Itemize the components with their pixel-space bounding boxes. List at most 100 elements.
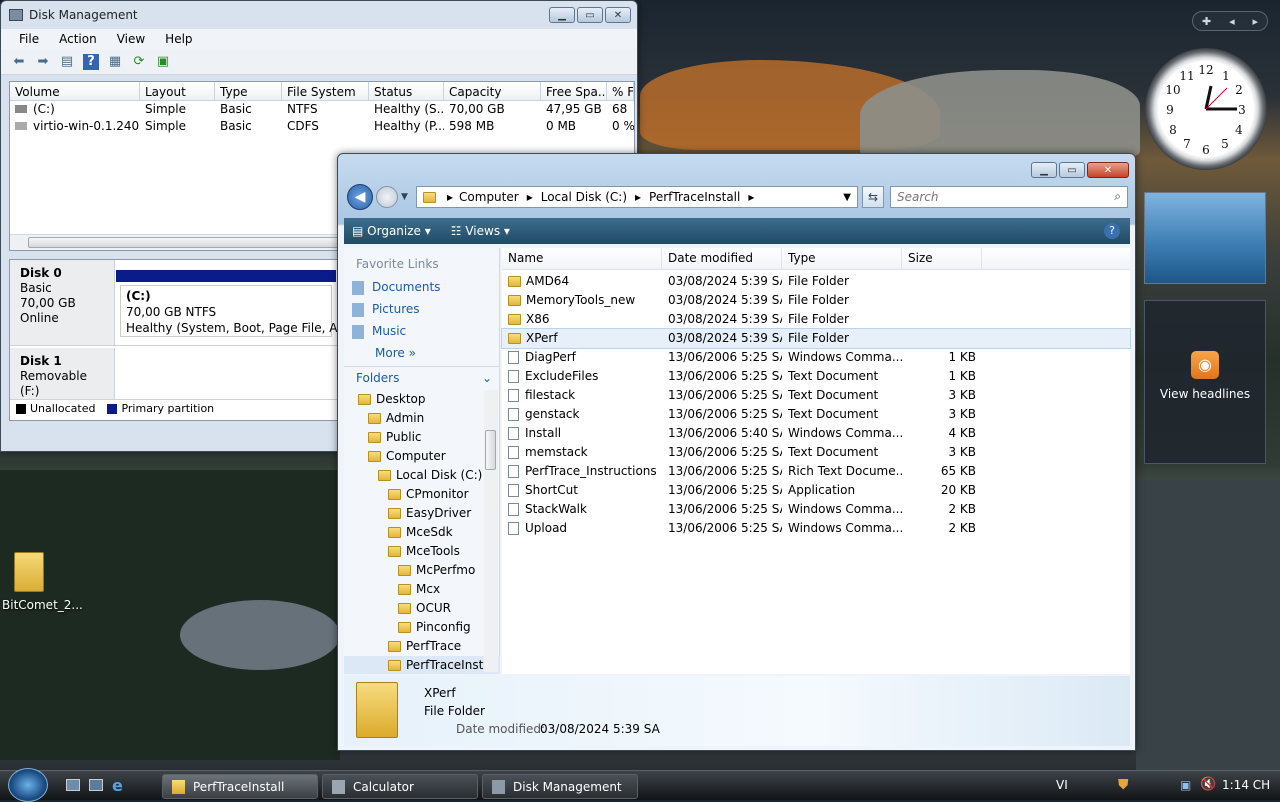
file-row[interactable]: X86 03/08/2024 5:39 SA File Folder (502, 310, 1130, 329)
tree-item[interactable]: OCUR (344, 599, 500, 618)
col-size[interactable]: Size (902, 248, 982, 270)
add-gadget-icon[interactable]: ✚ (1202, 15, 1211, 28)
close-button[interactable]: ✕ (605, 7, 631, 23)
col-filesystem[interactable]: File System (282, 82, 369, 100)
volume-row[interactable]: virtio-win-0.1.240 ... Simple Basic CDFS… (10, 118, 634, 135)
prev-icon[interactable]: ◂ (1229, 15, 1235, 28)
breadcrumb-computer[interactable]: Computer (459, 190, 519, 204)
tree-scroll-thumb[interactable] (485, 430, 496, 470)
help-icon[interactable]: ? (83, 53, 99, 70)
file-row[interactable]: MemoryTools_new 03/08/2024 5:39 SA File Fo… (502, 291, 1130, 310)
folders-header[interactable]: Folders ⌄ (344, 366, 500, 388)
fav-pictures[interactable]: Pictures (352, 302, 420, 317)
properties-icon[interactable]: ▤ (59, 54, 75, 70)
col-capacity[interactable]: Capacity (444, 82, 541, 100)
back-icon[interactable]: ⬅ (11, 54, 27, 70)
file-row[interactable]: memstack 13/06/2006 5:25 SA Text Document 3… (502, 443, 1130, 462)
forward-icon[interactable]: ➡ (35, 54, 51, 70)
tree-item[interactable]: MceSdk (344, 523, 500, 542)
file-row[interactable]: StackWalk 13/06/2006 5:25 SA Windows Comma… (502, 500, 1130, 519)
taskbar-perftraceinstall[interactable]: PerfTraceInstall (162, 774, 318, 799)
security-shield-icon[interactable]: ⛊ (1118, 777, 1129, 793)
col-layout[interactable]: Layout (140, 82, 215, 100)
tree-item[interactable]: Pinconfig (344, 618, 500, 637)
menu-view[interactable]: View (107, 32, 155, 46)
clock[interactable]: 1:14 CH (1222, 778, 1270, 792)
menu-help[interactable]: Help (155, 32, 202, 46)
col-status[interactable]: Status (369, 82, 444, 100)
refresh-icon[interactable]: ⟳ (131, 54, 147, 70)
slideshow-gadget[interactable] (1144, 192, 1266, 284)
file-row[interactable]: PerfTrace_Instructions 13/06/2006 5:25 SA… (502, 462, 1130, 481)
internet-explorer-icon[interactable]: e (112, 776, 123, 795)
col-name[interactable]: Name (502, 248, 662, 270)
tree-item[interactable]: CPmonitor (344, 485, 500, 504)
col-volume[interactable]: Volume (10, 82, 140, 100)
tree-item[interactable]: MceTools (344, 542, 500, 561)
tree-item[interactable]: McPerfmo (344, 561, 500, 580)
rescan-icon[interactable]: ▣ (155, 54, 171, 70)
more-link[interactable]: More » (375, 346, 416, 360)
help-icon[interactable]: ? (1104, 223, 1120, 239)
close-button[interactable]: ✕ (1087, 162, 1129, 178)
minimize-button[interactable]: ▁ (549, 7, 575, 23)
col-free-space[interactable]: Free Spa... (541, 82, 607, 100)
col-percent-free[interactable]: % F (607, 82, 634, 100)
address-dropdown-icon[interactable]: ▼ (843, 192, 851, 203)
file-row[interactable]: Install 13/06/2006 5:40 SA Windows Comma..… (502, 424, 1130, 443)
view-headlines-label[interactable]: View headlines (1145, 387, 1265, 401)
taskbar-calculator[interactable]: Calculator (322, 774, 478, 799)
next-icon[interactable]: ▸ (1253, 15, 1259, 28)
breadcrumb-local-disk[interactable]: Local Disk (C:) (541, 190, 627, 204)
list-icon[interactable]: ▦ (107, 54, 123, 70)
file-row[interactable]: genstack 13/06/2006 5:25 SA Text Document 3… (502, 405, 1130, 424)
tree-item[interactable]: EasyDriver (344, 504, 500, 523)
refresh-button[interactable]: ⇆ (862, 186, 884, 208)
tree-item[interactable]: PerfTrace (344, 637, 500, 656)
tree-item[interactable]: Desktop (344, 390, 500, 409)
col-type[interactable]: Type (782, 248, 902, 270)
organize-button[interactable]: ▤ Organize ▾ (352, 224, 431, 238)
recent-pages-button[interactable]: ▼ (401, 192, 408, 202)
tree-scrollbar[interactable] (484, 390, 498, 672)
search-input[interactable]: Search ⌕ (890, 186, 1128, 208)
address-bar[interactable]: ▸ Computer ▸ Local Disk (C:) ▸ PerfTrace… (416, 186, 858, 208)
network-icon[interactable]: ▣ (1180, 778, 1191, 792)
file-row[interactable]: ShortCut 13/06/2006 5:25 SA Application 20 … (502, 481, 1130, 500)
dm-titlebar[interactable]: Disk Management (1, 1, 637, 29)
menu-action[interactable]: Action (49, 32, 107, 46)
file-row[interactable]: XPerf 03/08/2024 5:39 SA File Folder (501, 328, 1131, 349)
tree-item[interactable]: Computer (344, 447, 500, 466)
breadcrumb-perftraceinstall[interactable]: PerfTraceInstall (649, 190, 740, 204)
minimize-button[interactable]: ▁ (1031, 162, 1057, 178)
menu-file[interactable]: File (9, 32, 49, 46)
tree-item[interactable]: Local Disk (C:) (344, 466, 500, 485)
forward-button[interactable] (376, 186, 398, 208)
volume-muted-icon[interactable]: 🔇 (1200, 777, 1216, 792)
fav-documents[interactable]: Documents (352, 280, 440, 295)
show-desktop-icon[interactable] (66, 779, 80, 791)
feed-gadget[interactable]: ◉ View headlines (1144, 300, 1266, 464)
fav-music[interactable]: Music (352, 324, 406, 339)
volume-row[interactable]: (C:) Simple Basic NTFS Healthy (S... 70,… (10, 101, 634, 118)
clock-gadget[interactable]: 12 3 6 9 12 45 7 8 10 11 (1145, 48, 1267, 170)
tree-item[interactable]: PerfTraceInst (344, 656, 500, 674)
taskbar-disk-management[interactable]: Disk Management (482, 774, 638, 799)
switch-windows-icon[interactable] (89, 779, 103, 791)
file-row[interactable]: ExcludeFiles 13/06/2006 5:25 SA Text Docum… (502, 367, 1130, 386)
maximize-button[interactable]: ▭ (1059, 162, 1085, 178)
tree-item[interactable]: Mcx (344, 580, 500, 599)
views-button[interactable]: ☷ Views ▾ (451, 224, 510, 238)
maximize-button[interactable]: ▭ (577, 7, 603, 23)
tree-item[interactable]: Admin (344, 409, 500, 428)
file-row[interactable]: DiagPerf 13/06/2006 5:25 SA Windows Comma.… (502, 348, 1130, 367)
file-row[interactable]: AMD64 03/08/2024 5:39 SA File Folder (502, 272, 1130, 291)
tree-item[interactable]: Public (344, 428, 500, 447)
language-indicator[interactable]: VI (1056, 778, 1068, 792)
partition-c[interactable]: (C:) 70,00 GB NTFS Healthy (System, Boot… (116, 270, 370, 342)
start-button[interactable] (8, 768, 48, 802)
col-date-modified[interactable]: Date modified (662, 248, 782, 270)
desktop-icon-bitcomet[interactable]: BitComet_2... (2, 552, 83, 622)
back-button[interactable]: ◀ (347, 184, 373, 210)
search-icon[interactable]: ⌕ (1114, 189, 1121, 204)
